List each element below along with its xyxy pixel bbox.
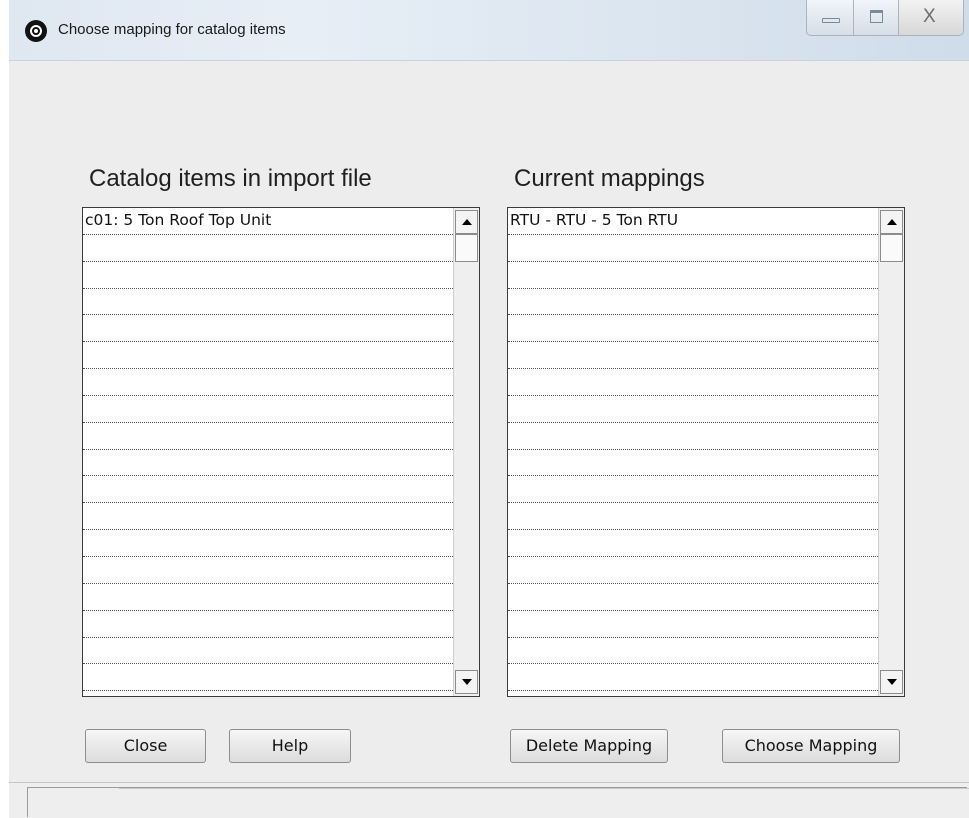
mapping-row[interactable] [508, 530, 878, 557]
current-mappings-listbox[interactable]: RTU - RTU - 5 Ton RTU [507, 207, 905, 697]
close-window-button[interactable]: X [898, 0, 964, 36]
minimize-button[interactable] [806, 0, 854, 36]
catalog-item-row[interactable] [83, 450, 453, 477]
mapping-row[interactable] [508, 557, 878, 584]
catalog-items-listbox[interactable]: c01: 5 Ton Roof Top Unit [82, 207, 480, 697]
catalog-item-row[interactable]: c01: 5 Ton Roof Top Unit [83, 208, 453, 235]
catalog-item-row[interactable] [83, 396, 453, 423]
scroll-thumb[interactable] [880, 234, 903, 262]
mapping-row[interactable] [508, 638, 878, 665]
mapping-row[interactable] [508, 450, 878, 477]
mapping-row[interactable] [508, 476, 878, 504]
mapping-row[interactable] [508, 584, 878, 611]
minimize-icon [822, 18, 840, 23]
mapping-row[interactable] [508, 235, 878, 262]
catalog-item-row[interactable] [83, 638, 453, 665]
catalog-item-row[interactable] [83, 315, 453, 343]
catalog-item-row[interactable] [83, 476, 453, 504]
scroll-up-arrow-icon[interactable] [880, 210, 903, 234]
scroll-up-arrow-icon[interactable] [455, 210, 478, 234]
catalog-item-row[interactable] [83, 557, 453, 584]
close-icon: X [923, 6, 936, 27]
choose-mapping-button[interactable]: Choose Mapping [722, 729, 900, 763]
scroll-down-arrow-icon[interactable] [455, 670, 478, 694]
help-button[interactable]: Help [229, 729, 351, 763]
current-mappings-rows: RTU - RTU - 5 Ton RTU [508, 208, 878, 696]
mapping-row[interactable]: RTU - RTU - 5 Ton RTU [508, 208, 878, 235]
catalog-items-heading: Catalog items in import file [89, 165, 372, 192]
catalog-item-row[interactable] [83, 262, 453, 289]
app-logo-icon [25, 20, 47, 42]
catalog-item-row[interactable] [83, 235, 453, 262]
mapping-row[interactable] [508, 611, 878, 638]
catalog-item-row[interactable] [83, 611, 453, 638]
delete-mapping-button[interactable]: Delete Mapping [510, 729, 668, 763]
current-mappings-scrollbar[interactable] [878, 208, 904, 696]
catalog-item-row[interactable] [83, 369, 453, 396]
catalog-item-row[interactable] [83, 423, 453, 450]
mapping-row[interactable] [508, 342, 878, 370]
catalog-item-row[interactable] [83, 342, 453, 370]
catalog-item-row[interactable] [83, 664, 453, 692]
status-bar [9, 782, 969, 818]
status-divider [119, 788, 969, 789]
scroll-thumb[interactable] [455, 234, 478, 262]
window-title: Choose mapping for catalog items [58, 21, 286, 38]
catalog-item-row[interactable] [83, 584, 453, 611]
mapping-row[interactable] [508, 262, 878, 289]
title-bar[interactable]: Choose mapping for catalog items X [9, 0, 969, 61]
window-controls: X [806, 0, 964, 38]
mapping-row[interactable] [508, 289, 878, 316]
scroll-down-arrow-icon[interactable] [880, 670, 903, 694]
mapping-row[interactable] [508, 369, 878, 396]
status-field [27, 787, 967, 817]
catalog-items-scrollbar[interactable] [453, 208, 479, 696]
catalog-item-row[interactable] [83, 289, 453, 316]
mapping-row[interactable] [508, 664, 878, 692]
maximize-icon [870, 10, 883, 23]
mapping-row[interactable] [508, 396, 878, 423]
maximize-button[interactable] [853, 0, 899, 36]
mapping-row[interactable] [508, 503, 878, 531]
dialog-window: Choose mapping for catalog items X Catal… [9, 0, 969, 818]
mapping-row[interactable] [508, 423, 878, 450]
catalog-item-row[interactable] [83, 530, 453, 557]
catalog-item-row[interactable] [83, 503, 453, 531]
mapping-row[interactable] [508, 315, 878, 343]
current-mappings-heading: Current mappings [514, 165, 705, 192]
catalog-items-rows: c01: 5 Ton Roof Top Unit [83, 208, 453, 696]
close-button[interactable]: Close [85, 729, 206, 763]
